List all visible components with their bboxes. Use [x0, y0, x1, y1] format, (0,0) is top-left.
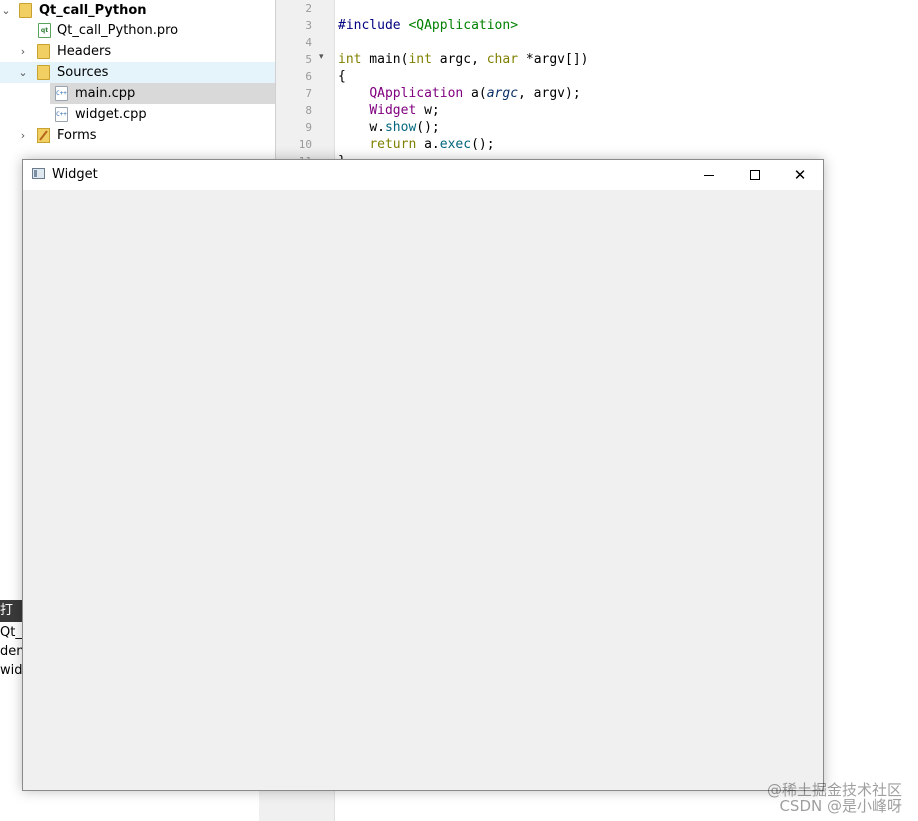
pro-file-label: Qt_call_Python.pro	[57, 23, 179, 38]
chevron-down-icon[interactable]: ⌄	[0, 0, 12, 21]
line-number: 5	[305, 53, 312, 66]
tree-scroll-strip	[259, 790, 276, 821]
window-client-area[interactable]	[23, 190, 823, 790]
close-icon: ✕	[793, 166, 807, 184]
keyword-int: int	[408, 52, 432, 67]
window-title: Widget	[52, 167, 98, 182]
code-line-brace-open[interactable]: {	[338, 68, 346, 85]
widget-cpp-label: widget.cpp	[75, 107, 147, 122]
chevron-right-icon[interactable]: ›	[17, 125, 29, 146]
argc-param: argc,	[431, 52, 487, 67]
window-app-icon	[32, 168, 45, 179]
return-object: a.	[416, 137, 440, 152]
line-number: 3	[305, 19, 312, 32]
show-function: show	[384, 120, 417, 135]
qapp-argc: argc	[486, 86, 519, 101]
code-line-qapplication[interactable]: QApplication a(argc, argv);	[338, 85, 581, 102]
qapp-var: a(	[463, 86, 487, 101]
project-folder-icon	[19, 3, 32, 18]
line-number: 8	[305, 104, 312, 117]
project-name: Qt_call_Python	[39, 3, 147, 18]
chevron-right-icon[interactable]: ›	[17, 41, 29, 62]
show-end: ();	[416, 120, 440, 135]
exec-end: ();	[471, 137, 495, 152]
widget-var: w;	[416, 103, 440, 118]
forms-label: Forms	[57, 128, 97, 143]
line-number: 7	[305, 87, 312, 100]
cpp-file-icon: C++	[55, 107, 68, 122]
watermark-line2: CSDN @是小峰呀	[779, 797, 902, 815]
keyword-return: return	[369, 137, 417, 152]
code-line-widget[interactable]: Widget w;	[338, 102, 440, 119]
qt-pro-file-icon: qt	[38, 23, 51, 38]
code-line-main-signature[interactable]: int main(int argc, char *argv[])	[338, 51, 589, 68]
tree-item-main-cpp[interactable]: C++ main.cpp	[50, 83, 275, 104]
qapplication-type: QApplication	[369, 86, 464, 101]
maximize-icon	[750, 170, 760, 180]
exec-function: exec	[439, 137, 472, 152]
line-number: 9	[305, 121, 312, 134]
widget-type: Widget	[369, 103, 417, 118]
folder-icon	[37, 44, 50, 59]
folder-icon	[37, 65, 50, 80]
maximize-button[interactable]	[732, 160, 778, 190]
form-icon	[37, 128, 50, 143]
main-name: main(	[361, 52, 409, 67]
widget-window: Widget ✕	[22, 159, 824, 791]
main-cpp-label: main.cpp	[75, 86, 136, 101]
fold-marker-icon[interactable]: ▾	[319, 52, 324, 62]
tree-item-forms[interactable]: › Forms	[0, 125, 275, 146]
line-number: 6	[305, 70, 312, 83]
tree-item-project[interactable]: ⌄ Qt_call_Python	[0, 0, 275, 21]
line-number: 4	[305, 36, 312, 49]
chevron-down-icon[interactable]: ⌄	[17, 62, 29, 83]
close-button[interactable]: ✕	[777, 160, 823, 190]
code-line-include[interactable]: #include <QApplication>	[338, 17, 518, 34]
code-line-show[interactable]: w.show();	[338, 119, 440, 136]
show-object: w.	[369, 120, 385, 135]
code-line-return[interactable]: return a.exec();	[338, 136, 495, 153]
qapp-rest: , argv);	[518, 86, 581, 101]
headers-label: Headers	[57, 44, 112, 59]
argv-param: *argv[])	[518, 52, 589, 67]
cpp-file-icon: C++	[55, 86, 68, 101]
minimize-icon	[704, 175, 714, 176]
keyword-int: int	[338, 52, 362, 67]
minimize-button[interactable]	[686, 160, 732, 190]
tree-item-pro-file[interactable]: qt Qt_call_Python.pro	[0, 20, 275, 41]
include-target: <QApplication>	[408, 18, 519, 33]
tree-item-widget-cpp[interactable]: C++ widget.cpp	[0, 104, 275, 125]
keyword-char: char	[486, 52, 519, 67]
line-number: 10	[298, 138, 312, 151]
sources-label: Sources	[57, 65, 109, 80]
window-title-bar[interactable]: Widget ✕	[23, 160, 823, 190]
tree-item-sources[interactable]: ⌄ Sources	[0, 62, 275, 83]
line-number: 2	[305, 2, 312, 15]
tree-item-headers[interactable]: › Headers	[0, 41, 275, 62]
include-directive: #include	[338, 18, 401, 33]
